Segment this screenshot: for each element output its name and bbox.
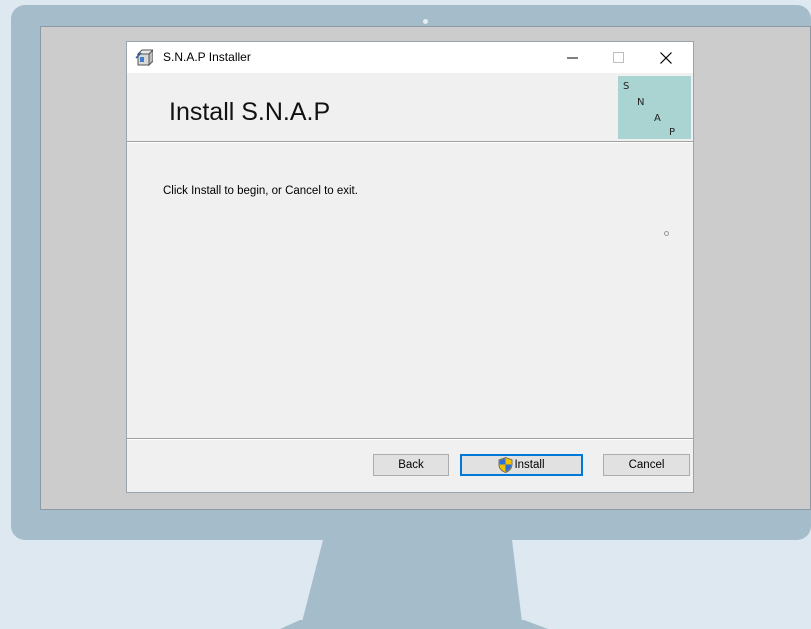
- maximize-icon: [612, 52, 624, 63]
- window-title: S.N.A.P Installer: [163, 50, 251, 64]
- installer-window: S.N.A.P Installer Install S.N.A.P S N A …: [127, 42, 693, 492]
- uac-shield-icon: [499, 457, 513, 473]
- snap-logo: S N A P: [618, 76, 691, 139]
- instruction-text: Click Install to begin, or Cancel to exi…: [163, 185, 358, 197]
- minimize-icon: [566, 57, 578, 59]
- back-button-label: Back: [398, 459, 424, 471]
- installer-package-icon: [135, 49, 153, 67]
- footer-divider-highlight: [127, 439, 693, 440]
- page-title: Install S.N.A.P: [169, 98, 331, 126]
- title-bar[interactable]: S.N.A.P Installer: [127, 42, 693, 73]
- monitor-stand: [280, 540, 548, 629]
- logo-letter-n: N: [637, 97, 645, 108]
- cancel-button[interactable]: Cancel: [603, 454, 690, 476]
- back-button[interactable]: Back: [373, 454, 449, 476]
- close-button[interactable]: [643, 42, 689, 73]
- close-icon: [660, 51, 672, 64]
- install-button[interactable]: Install: [460, 454, 583, 476]
- logo-letter-p: P: [669, 127, 676, 138]
- logo-letter-s: S: [623, 81, 630, 92]
- installer-header: Install S.N.A.P S N A P: [127, 73, 693, 141]
- header-divider-highlight: [127, 142, 693, 143]
- logo-letter-a: A: [654, 113, 661, 124]
- webcam-dot: [423, 19, 428, 24]
- decorative-dot: [664, 231, 669, 236]
- install-button-label: Install: [514, 459, 545, 471]
- maximize-button[interactable]: [595, 42, 641, 73]
- cancel-button-label: Cancel: [628, 459, 665, 471]
- minimize-button[interactable]: [549, 42, 595, 73]
